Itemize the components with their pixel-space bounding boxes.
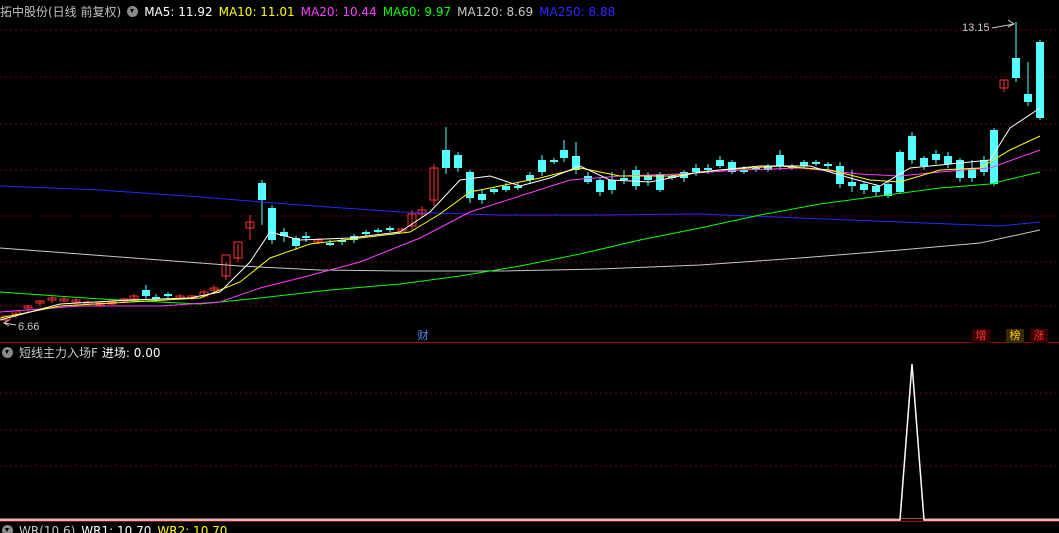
ma20-line xyxy=(0,149,1041,313)
ma60-label: MA60: 9.97 xyxy=(382,5,452,19)
wr-title: WR(10,6) xyxy=(19,524,76,533)
candle-body-down xyxy=(1036,42,1044,118)
candle-body-down xyxy=(990,130,998,184)
indicator1-header: 短线主力入场F 进场: 0.00 xyxy=(0,344,166,362)
candle-body-down xyxy=(478,194,486,200)
candle-body-down xyxy=(490,189,498,192)
candle-body-down xyxy=(550,160,558,162)
candle-body-down xyxy=(908,136,916,160)
candle-body-down xyxy=(538,160,546,172)
candle-body-down xyxy=(644,176,652,180)
candle-body-down xyxy=(860,184,868,190)
ma10-label: MA10: 11.01 xyxy=(218,5,295,19)
candle-body-down xyxy=(704,168,712,170)
wr2-label: WR2: 10.70 xyxy=(157,524,228,533)
high-price-arrow xyxy=(991,19,1015,29)
indicator2-toggle-icon[interactable] xyxy=(2,525,13,533)
candle-body-down xyxy=(776,155,784,166)
high-price-label: 13.15 xyxy=(962,22,990,34)
ma-settings-toggle-icon[interactable] xyxy=(127,6,139,17)
candle-body-down xyxy=(560,150,568,158)
candle-body-down xyxy=(502,186,510,190)
candle-body-down xyxy=(258,183,266,200)
kline-chart-canvas[interactable] xyxy=(0,0,1059,533)
limit-up-marker[interactable]: 涨 xyxy=(1030,329,1048,343)
candle-body-down xyxy=(716,160,724,166)
candle-body-down xyxy=(454,155,462,168)
stock-chart-window: 拓中股份(日线 前复权) MA5: 11.92 MA10: 11.01 MA20: 1… xyxy=(0,0,1059,533)
candle-body-down xyxy=(620,178,628,180)
candle-body-down xyxy=(302,236,310,238)
low-price-label: 6.66 xyxy=(18,321,40,333)
ma5-line xyxy=(0,107,1041,321)
candle-body-down xyxy=(386,228,394,230)
candle-body-down xyxy=(692,168,700,172)
stock-title: 拓中股份(日线 前复权) xyxy=(0,5,122,19)
candle-body-down xyxy=(1024,94,1032,102)
candle-body-down xyxy=(374,230,382,232)
ma5-label: MA5: 11.92 xyxy=(144,5,213,19)
candle-body-down xyxy=(872,186,880,192)
candle-body-down xyxy=(824,164,832,166)
candle-body-down xyxy=(596,180,604,192)
ma10-line xyxy=(0,135,1041,319)
candle-body-down xyxy=(848,182,856,186)
candle-body-down xyxy=(812,162,820,164)
indicator2-header: WR(10,6) WR1: 10.70 WR2: 10.70 xyxy=(0,522,233,533)
dragon-tiger-list-marker[interactable]: 榜 xyxy=(1006,329,1024,343)
ma250-label: MA250: 8.88 xyxy=(539,5,616,19)
ma120-line xyxy=(0,229,1041,272)
candle-body-down xyxy=(932,154,940,160)
candle-body-down xyxy=(1012,58,1020,78)
candle-body-down xyxy=(268,208,276,240)
wr1-label: WR1: 10.70 xyxy=(81,524,152,533)
main-chart-header: 拓中股份(日线 前复权) MA5: 11.92 MA10: 11.01 MA20: 1… xyxy=(0,3,621,21)
candle-body-down xyxy=(800,162,808,166)
indicator1-title: 短线主力入场F xyxy=(19,346,98,360)
candle-body-down xyxy=(442,150,450,168)
candle-body-down xyxy=(142,290,150,296)
candle-body-down xyxy=(944,156,952,164)
indicator1-value: 进场: 0.00 xyxy=(101,346,161,360)
ma120-label: MA120: 8.69 xyxy=(457,5,534,19)
candle-body-down xyxy=(326,243,334,245)
candle-body-down xyxy=(920,158,928,166)
candle-body-down xyxy=(164,294,172,296)
indicator1-toggle-icon[interactable] xyxy=(2,347,13,358)
share-increase-marker[interactable]: 增 xyxy=(972,329,990,343)
candle-body-down xyxy=(362,232,370,234)
financial-report-marker[interactable]: 财 xyxy=(414,329,432,343)
candle-body-down xyxy=(608,180,616,190)
candle-body-down xyxy=(632,170,640,186)
ma20-label: MA20: 10.44 xyxy=(300,5,377,19)
entry-signal-line xyxy=(0,363,1059,521)
